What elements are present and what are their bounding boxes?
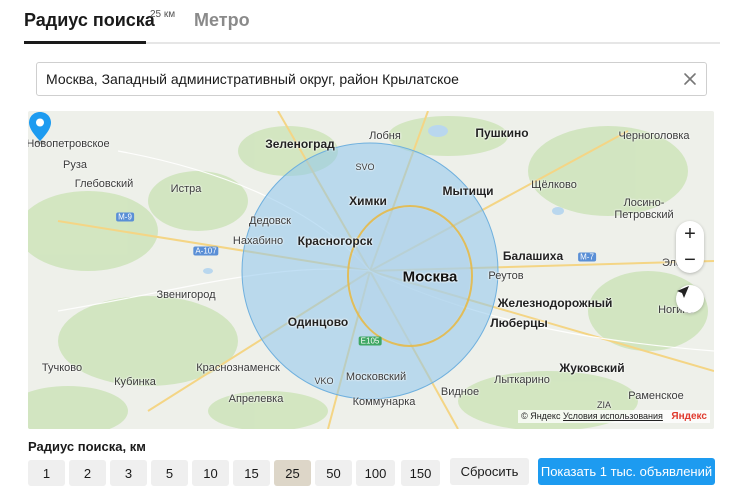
clear-icon[interactable] [682,71,698,87]
map-label: Коммунарка [352,396,416,408]
map-label: Мытищи [442,184,494,198]
map-label: Черноголовка [618,130,690,142]
map-label: Железнодорожный [497,296,613,310]
terms-link[interactable]: Условия использования [563,411,663,421]
map-label: Одинцово [287,315,349,329]
radius-option-2[interactable]: 2 [69,460,106,486]
radius-badge: 25 км [150,9,176,20]
address-field [36,62,707,96]
copyright-text: © Яндекс [521,411,561,421]
map-label: Реутов [488,270,524,282]
map-label: Зеленоград [265,137,335,151]
radius-option-100[interactable]: 100 [356,460,395,486]
map-label: ZIA [596,400,612,410]
zoom-control: + − [676,221,704,273]
map-label: Лыткарино [494,374,550,386]
radius-option-25[interactable]: 25 [274,460,311,486]
map-label: Пушкино [475,126,529,140]
map-label: Кубинка [114,376,156,388]
radius-option-1[interactable]: 1 [28,460,65,486]
radius-option-3[interactable]: 3 [110,460,147,486]
map-label: Истра [170,183,202,195]
map[interactable]: Новопетровское Лобня Пушкино Черноголовк… [28,111,714,429]
map-label: Руза [63,159,87,171]
map-label: Люберцы [490,316,548,330]
tab-radius-label: Радиус поиска [24,10,155,30]
radius-option-50[interactable]: 50 [315,460,352,486]
search-tabs: Радиус поиска 25 км Метро [24,8,720,44]
road-badge: E105 [358,336,382,346]
map-label: Звенигород [156,289,216,301]
map-label: Нахабино [232,235,284,247]
tab-radius[interactable]: Радиус поиска 25 км [24,9,175,31]
reset-button[interactable]: Сбросить [450,458,529,485]
map-copyright: © Яндекс Условия использования Яндекс [518,410,710,423]
tab-metro[interactable]: Метро [194,10,250,31]
map-label: Московский [345,371,407,383]
address-input[interactable] [37,63,667,95]
map-label: Видное [440,386,480,398]
geolocation-button[interactable] [676,285,704,313]
map-label: Щёлково [531,179,577,191]
map-label: SVO [355,162,375,172]
road-badge: М-9 [116,212,134,222]
map-label: Красногорск [297,234,373,248]
road-badge: М-7 [578,252,596,262]
radius-option-10[interactable]: 10 [192,460,229,486]
road-badge: А-107 [193,246,219,256]
radius-title: Радиус поиска, км [28,439,146,454]
map-label: Москва [402,268,458,286]
location-pin-icon[interactable] [28,111,52,145]
tab-metro-label: Метро [194,10,250,30]
map-label: Балашиха [502,249,564,263]
map-label: Апрелевка [228,393,284,405]
show-results-button[interactable]: Показать 1 тыс. объявлений [538,458,715,485]
map-label: Краснознаменск [196,362,280,374]
map-label: Глебовский [74,178,134,190]
map-label: Дедовск [249,215,291,227]
active-tab-indicator [24,41,146,44]
map-label: Лобня [369,130,401,142]
map-label: VKO [314,376,334,386]
zoom-out-button[interactable]: − [676,247,704,273]
radius-option-150[interactable]: 150 [401,460,440,486]
map-label: Химки [349,194,387,208]
radius-option-15[interactable]: 15 [233,460,270,486]
navigation-arrow-icon [677,286,689,298]
map-label: Жуковский [559,361,625,375]
yandex-logo: Яндекс [671,411,707,422]
map-label: Лосино- Петровский [614,197,674,221]
map-label: Раменское [628,390,684,402]
map-label: Тучково [41,362,83,374]
radius-option-5[interactable]: 5 [151,460,188,486]
zoom-in-button[interactable]: + [676,221,704,247]
